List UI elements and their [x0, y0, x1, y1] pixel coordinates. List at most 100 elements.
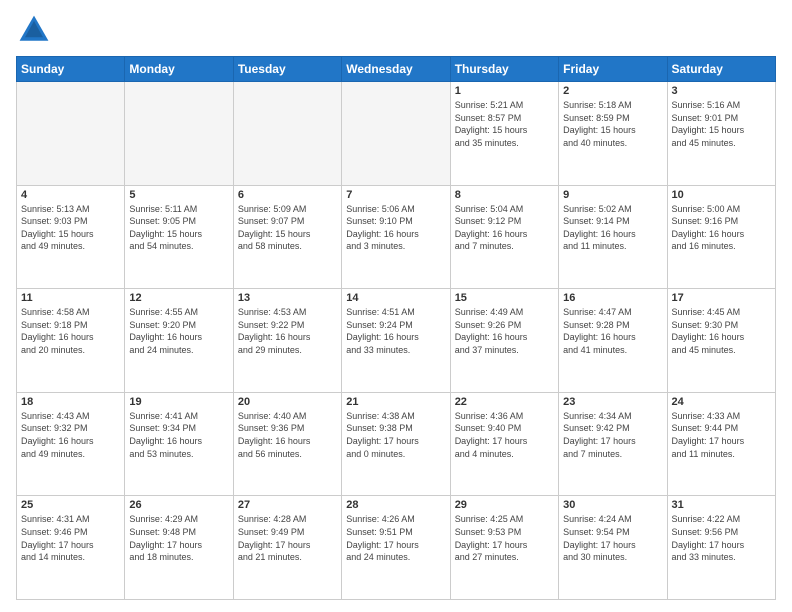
day-number: 30: [563, 499, 662, 511]
logo-icon: [16, 12, 52, 48]
day-number: 4: [21, 189, 120, 201]
calendar-cell: 7 Sunrise: 5:06 AMSunset: 9:10 PMDaylight…: [342, 185, 450, 289]
calendar-cell: 22 Sunrise: 4:36 AMSunset: 9:40 PMDayligh…: [450, 392, 558, 496]
calendar-week-row: 25 Sunrise: 4:31 AMSunset: 9:46 PMDayligh…: [17, 496, 776, 600]
day-number: 15: [455, 292, 554, 304]
day-info: Sunrise: 4:25 AMSunset: 9:53 PMDaylight:…: [455, 513, 554, 563]
day-number: 22: [455, 396, 554, 408]
day-number: 12: [129, 292, 228, 304]
calendar-cell: 12Sunrise: 4:55 AMSunset: 9:20 PMDayligh…: [125, 289, 233, 393]
day-info: Sunrise: 4:58 AMSunset: 9:18 PMDaylight:…: [21, 306, 120, 356]
day-number: 10: [672, 189, 771, 201]
calendar-cell: 13 Sunrise: 4:53 AMSunset: 9:22 PMDayligh…: [233, 289, 341, 393]
calendar-cell: 1 Sunrise: 5:21 AMSunset: 8:57 PMDaylight…: [450, 82, 558, 186]
day-number: 5: [129, 189, 228, 201]
calendar-table: SundayMondayTuesdayWednesdayThursdayFrid…: [16, 56, 776, 600]
calendar-cell: 30 Sunrise: 4:24 AMSunset: 9:54 PMDayligh…: [559, 496, 667, 600]
day-info: Sunrise: 4:26 AMSunset: 9:51 PMDaylight:…: [346, 513, 445, 563]
weekday-header-friday: Friday: [559, 57, 667, 82]
day-number: 21: [346, 396, 445, 408]
day-number: 20: [238, 396, 337, 408]
day-info: Sunrise: 5:04 AMSunset: 9:12 PMDaylight:…: [455, 203, 554, 253]
day-info: Sunrise: 5:00 AMSunset: 9:16 PMDaylight:…: [672, 203, 771, 253]
day-info: Sunrise: 5:21 AMSunset: 8:57 PMDaylight:…: [455, 99, 554, 149]
day-info: Sunrise: 4:53 AMSunset: 9:22 PMDaylight:…: [238, 306, 337, 356]
calendar-cell: [233, 82, 341, 186]
day-info: Sunrise: 5:09 AMSunset: 9:07 PMDaylight:…: [238, 203, 337, 253]
weekday-header-wednesday: Wednesday: [342, 57, 450, 82]
day-number: 17: [672, 292, 771, 304]
day-number: 7: [346, 189, 445, 201]
calendar-week-row: 11Sunrise: 4:58 AMSunset: 9:18 PMDayligh…: [17, 289, 776, 393]
calendar-cell: 31Sunrise: 4:22 AMSunset: 9:56 PMDayligh…: [667, 496, 775, 600]
day-info: Sunrise: 4:31 AMSunset: 9:46 PMDaylight:…: [21, 513, 120, 563]
day-info: Sunrise: 5:13 AMSunset: 9:03 PMDaylight:…: [21, 203, 120, 253]
day-number: 19: [129, 396, 228, 408]
calendar-week-row: 4 Sunrise: 5:13 AMSunset: 9:03 PMDaylight…: [17, 185, 776, 289]
calendar-cell: 27 Sunrise: 4:28 AMSunset: 9:49 PMDayligh…: [233, 496, 341, 600]
day-info: Sunrise: 4:29 AMSunset: 9:48 PMDaylight:…: [129, 513, 228, 563]
day-info: Sunrise: 4:33 AMSunset: 9:44 PMDaylight:…: [672, 410, 771, 460]
day-number: 16: [563, 292, 662, 304]
calendar-cell: 24 Sunrise: 4:33 AMSunset: 9:44 PMDayligh…: [667, 392, 775, 496]
day-number: 14: [346, 292, 445, 304]
weekday-header-saturday: Saturday: [667, 57, 775, 82]
calendar-cell: 4 Sunrise: 5:13 AMSunset: 9:03 PMDaylight…: [17, 185, 125, 289]
day-info: Sunrise: 4:51 AMSunset: 9:24 PMDaylight:…: [346, 306, 445, 356]
day-number: 31: [672, 499, 771, 511]
day-number: 28: [346, 499, 445, 511]
calendar-cell: [17, 82, 125, 186]
day-info: Sunrise: 4:24 AMSunset: 9:54 PMDaylight:…: [563, 513, 662, 563]
calendar-cell: 15 Sunrise: 4:49 AMSunset: 9:26 PMDayligh…: [450, 289, 558, 393]
day-number: 26: [129, 499, 228, 511]
calendar-cell: 17 Sunrise: 4:45 AMSunset: 9:30 PMDayligh…: [667, 289, 775, 393]
calendar-cell: [342, 82, 450, 186]
calendar-week-row: 1 Sunrise: 5:21 AMSunset: 8:57 PMDaylight…: [17, 82, 776, 186]
calendar-cell: 26 Sunrise: 4:29 AMSunset: 9:48 PMDayligh…: [125, 496, 233, 600]
calendar-cell: 2 Sunrise: 5:18 AMSunset: 8:59 PMDaylight…: [559, 82, 667, 186]
day-info: Sunrise: 5:06 AMSunset: 9:10 PMDaylight:…: [346, 203, 445, 253]
day-number: 24: [672, 396, 771, 408]
day-number: 1: [455, 85, 554, 97]
day-info: Sunrise: 4:38 AMSunset: 9:38 PMDaylight:…: [346, 410, 445, 460]
calendar-cell: 6 Sunrise: 5:09 AMSunset: 9:07 PMDaylight…: [233, 185, 341, 289]
calendar-cell: 10 Sunrise: 5:00 AMSunset: 9:16 PMDayligh…: [667, 185, 775, 289]
calendar-cell: 18Sunrise: 4:43 AMSunset: 9:32 PMDayligh…: [17, 392, 125, 496]
day-info: Sunrise: 4:40 AMSunset: 9:36 PMDaylight:…: [238, 410, 337, 460]
day-info: Sunrise: 4:47 AMSunset: 9:28 PMDaylight:…: [563, 306, 662, 356]
day-number: 2: [563, 85, 662, 97]
weekday-header-row: SundayMondayTuesdayWednesdayThursdayFrid…: [17, 57, 776, 82]
day-info: Sunrise: 4:45 AMSunset: 9:30 PMDaylight:…: [672, 306, 771, 356]
calendar-cell: 28 Sunrise: 4:26 AMSunset: 9:51 PMDayligh…: [342, 496, 450, 600]
calendar-cell: 29 Sunrise: 4:25 AMSunset: 9:53 PMDayligh…: [450, 496, 558, 600]
day-number: 6: [238, 189, 337, 201]
calendar-cell: 21 Sunrise: 4:38 AMSunset: 9:38 PMDayligh…: [342, 392, 450, 496]
calendar-cell: 8 Sunrise: 5:04 AMSunset: 9:12 PMDaylight…: [450, 185, 558, 289]
day-number: 3: [672, 85, 771, 97]
day-info: Sunrise: 4:41 AMSunset: 9:34 PMDaylight:…: [129, 410, 228, 460]
day-info: Sunrise: 5:11 AMSunset: 9:05 PMDaylight:…: [129, 203, 228, 253]
day-info: Sunrise: 5:16 AMSunset: 9:01 PMDaylight:…: [672, 99, 771, 149]
day-info: Sunrise: 5:18 AMSunset: 8:59 PMDaylight:…: [563, 99, 662, 149]
day-number: 8: [455, 189, 554, 201]
day-number: 23: [563, 396, 662, 408]
calendar-cell: 11Sunrise: 4:58 AMSunset: 9:18 PMDayligh…: [17, 289, 125, 393]
calendar-cell: 19 Sunrise: 4:41 AMSunset: 9:34 PMDayligh…: [125, 392, 233, 496]
day-number: 13: [238, 292, 337, 304]
day-number: 29: [455, 499, 554, 511]
day-info: Sunrise: 4:28 AMSunset: 9:49 PMDaylight:…: [238, 513, 337, 563]
day-number: 25: [21, 499, 120, 511]
calendar-cell: 5 Sunrise: 5:11 AMSunset: 9:05 PMDaylight…: [125, 185, 233, 289]
day-number: 27: [238, 499, 337, 511]
day-info: Sunrise: 4:34 AMSunset: 9:42 PMDaylight:…: [563, 410, 662, 460]
calendar-cell: [125, 82, 233, 186]
day-number: 9: [563, 189, 662, 201]
calendar-cell: 3 Sunrise: 5:16 AMSunset: 9:01 PMDaylight…: [667, 82, 775, 186]
day-info: Sunrise: 4:36 AMSunset: 9:40 PMDaylight:…: [455, 410, 554, 460]
header: [16, 12, 776, 48]
calendar-cell: 16 Sunrise: 4:47 AMSunset: 9:28 PMDayligh…: [559, 289, 667, 393]
calendar-week-row: 18Sunrise: 4:43 AMSunset: 9:32 PMDayligh…: [17, 392, 776, 496]
page: SundayMondayTuesdayWednesdayThursdayFrid…: [0, 0, 792, 612]
day-info: Sunrise: 4:49 AMSunset: 9:26 PMDaylight:…: [455, 306, 554, 356]
day-number: 18: [21, 396, 120, 408]
